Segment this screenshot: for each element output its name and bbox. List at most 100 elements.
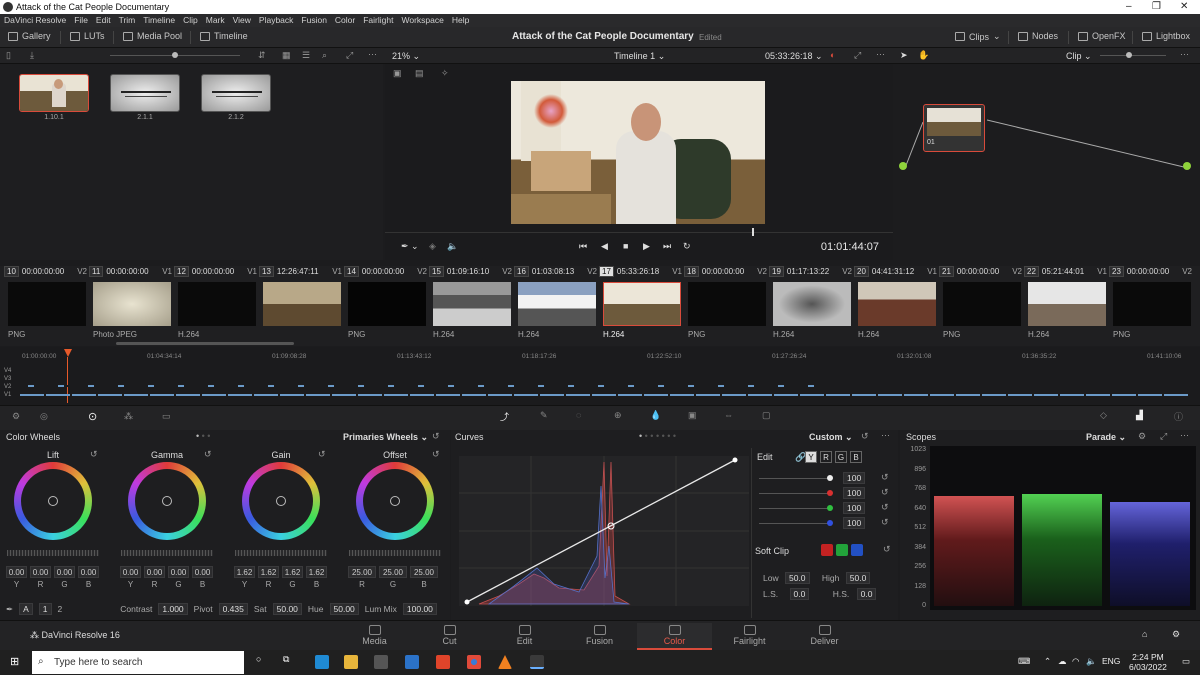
wheel-value-field[interactable]: 1.62 xyxy=(282,566,303,578)
mini-timeline[interactable]: 01:00:00:00 01:04:34:14 01:09:08:28 01:13:4… xyxy=(0,342,1200,405)
wheel-reset-icon[interactable]: ↺ xyxy=(432,449,440,460)
clip-thumbnail[interactable] xyxy=(263,282,341,326)
file-explorer-icon[interactable] xyxy=(344,655,358,669)
page-fairlight[interactable]: Fairlight xyxy=(712,623,787,650)
color-wheel-lift[interactable] xyxy=(14,462,92,540)
magic-wand-icon[interactable]: ✧ xyxy=(441,68,449,79)
clip-strip-scrollbar[interactable] xyxy=(116,342,294,345)
color-node-01[interactable]: 01 xyxy=(923,104,985,152)
single-viewer-icon[interactable]: ▣ xyxy=(393,68,402,79)
clip-13[interactable]: 13 12:26:47:11 V1 xyxy=(259,266,344,346)
clip-thumbnail[interactable] xyxy=(603,282,681,326)
wheel-value-field[interactable]: 0.00 xyxy=(144,566,165,578)
maximize-button[interactable]: ❐ xyxy=(1152,1,1161,12)
color-wheel-gamma[interactable] xyxy=(128,462,206,540)
reset-icon[interactable]: ↺ xyxy=(883,544,891,555)
channel-toggle-r[interactable]: R xyxy=(820,451,832,463)
high-field[interactable]: 50.0 xyxy=(845,572,871,584)
hand-tool-icon[interactable]: ✋ xyxy=(918,50,929,61)
intensity-slider[interactable] xyxy=(759,508,829,509)
wheel-reset-icon[interactable]: ↺ xyxy=(204,449,212,460)
clip-22[interactable]: 22 05:21:44:01 V1 H.264 xyxy=(1024,266,1109,346)
notifications-icon[interactable]: ▭ xyxy=(1182,656,1190,667)
menu-clip[interactable]: Clip xyxy=(179,14,202,26)
master-wheel-slider[interactable] xyxy=(121,550,213,556)
page-deliver[interactable]: Deliver xyxy=(787,623,862,650)
blur-icon[interactable]: 💧 xyxy=(650,410,661,421)
picker-icon[interactable]: ✒ xyxy=(6,604,13,615)
hs-field[interactable]: 0.0 xyxy=(856,588,877,600)
language-indicator[interactable]: ENG xyxy=(1102,656,1120,666)
timeline-selector[interactable]: Timeline 1 ⌄ xyxy=(614,51,665,62)
color-wheels-icon[interactable]: ⊙ xyxy=(88,410,97,423)
wheels-mode-dropdown[interactable]: Primaries Wheels ⌄ xyxy=(343,432,428,443)
clip-thumbnail[interactable] xyxy=(858,282,936,326)
page-edit[interactable]: Edit xyxy=(487,623,562,650)
scope-mode-dropdown[interactable]: Parade ⌄ xyxy=(1086,432,1126,443)
scopes-icon[interactable]: ▟ xyxy=(1136,410,1143,421)
wheel-handle[interactable] xyxy=(162,496,172,506)
reset-icon[interactable]: ↺ xyxy=(881,517,889,528)
clip-thumbnail[interactable] xyxy=(348,282,426,326)
intensity-slider[interactable] xyxy=(759,523,829,524)
store-icon[interactable] xyxy=(374,655,388,669)
rgb-mixer-icon[interactable]: ⁂ xyxy=(124,411,133,422)
clips-button[interactable]: Clips ⌄ xyxy=(955,31,1001,42)
task-view-icon[interactable]: ⧉ xyxy=(283,654,289,665)
reset-icon[interactable]: ↺ xyxy=(861,431,869,442)
intensity-field[interactable]: 100 xyxy=(843,472,866,484)
clip-thumbnail[interactable] xyxy=(518,282,596,326)
menu-file[interactable]: File xyxy=(70,14,92,26)
chrome-icon[interactable] xyxy=(467,655,481,669)
clip-12[interactable]: 12 00:00:00:00 V1 H.264 xyxy=(174,266,259,346)
clip-thumbnail[interactable] xyxy=(8,282,86,326)
lummix-field[interactable]: 100.00 xyxy=(402,603,437,615)
menu-fusion[interactable]: Fusion xyxy=(297,14,331,26)
pivot-field[interactable]: 0.435 xyxy=(218,603,248,615)
media-pool-button[interactable]: Media Pool xyxy=(123,31,182,41)
motion-effects-icon[interactable]: ▭ xyxy=(162,411,171,422)
contrast-field[interactable]: 1.000 xyxy=(158,603,188,615)
volume-icon[interactable]: 🔈 xyxy=(1086,656,1097,667)
highlight-icon[interactable]: ◐ xyxy=(830,50,835,60)
settings-icon[interactable]: ⚙ xyxy=(1172,629,1180,640)
intensity-handle[interactable] xyxy=(827,520,833,526)
page-media[interactable]: Media xyxy=(337,623,412,650)
loop-icon[interactable]: ↻ xyxy=(683,241,691,252)
windows-start-icon[interactable]: ⊞ xyxy=(10,655,19,668)
minimize-button[interactable]: – xyxy=(1126,1,1132,12)
input-node-connector[interactable] xyxy=(899,162,907,170)
menu-workspace[interactable]: Workspace xyxy=(397,14,447,26)
clip-thumbnail[interactable] xyxy=(1028,282,1106,326)
menu-fairlight[interactable]: Fairlight xyxy=(359,14,397,26)
home-icon[interactable]: ⌂ xyxy=(1142,629,1147,639)
eyedropper-icon[interactable]: ✒ ⌄ xyxy=(401,241,419,252)
curve-graph[interactable] xyxy=(459,456,749,606)
intensity-field[interactable]: 100 xyxy=(843,502,866,514)
more-options-icon[interactable]: ⋯ xyxy=(1180,430,1189,441)
wheel-value-field[interactable]: 1.62 xyxy=(234,566,255,578)
more-options-icon[interactable]: ⋯ xyxy=(881,430,890,441)
cloud-icon[interactable]: ☁ xyxy=(1058,656,1067,667)
wheel-value-field[interactable]: 0.00 xyxy=(6,566,27,578)
page-dot[interactable]: • • • • • • • xyxy=(639,431,676,441)
vlc-icon[interactable] xyxy=(498,655,512,669)
menu-davinci[interactable]: DaVinci Resolve xyxy=(0,14,70,26)
still-thumbnail[interactable] xyxy=(201,74,271,112)
lightbox-button[interactable]: Lightbox xyxy=(1142,31,1190,41)
skip-forward-icon[interactable]: ⏭ xyxy=(663,241,671,252)
import-icon[interactable]: ⤓ xyxy=(30,50,34,61)
viewer-timecode[interactable]: 05:33:26:18 ⌄ xyxy=(765,51,823,62)
clip-11[interactable]: 11 00:00:00:00 V1 Photo JPEG xyxy=(89,266,174,346)
channel-toggle-b[interactable]: B xyxy=(850,451,862,463)
page-1-button[interactable]: 1 xyxy=(38,603,52,615)
skip-back-icon[interactable]: ⏮ xyxy=(579,241,587,252)
v2-track[interactable] xyxy=(28,385,828,387)
tracker-icon[interactable]: ⊕ xyxy=(614,410,622,421)
network-icon[interactable]: ◠ xyxy=(1072,656,1079,667)
page-cut[interactable]: Cut xyxy=(412,623,487,650)
fullscreen-icon[interactable]: ⤢ xyxy=(854,50,861,61)
ls-field[interactable]: 0.0 xyxy=(789,588,810,600)
clip-thumbnail[interactable] xyxy=(433,282,511,326)
clip-thumbnail[interactable] xyxy=(688,282,766,326)
